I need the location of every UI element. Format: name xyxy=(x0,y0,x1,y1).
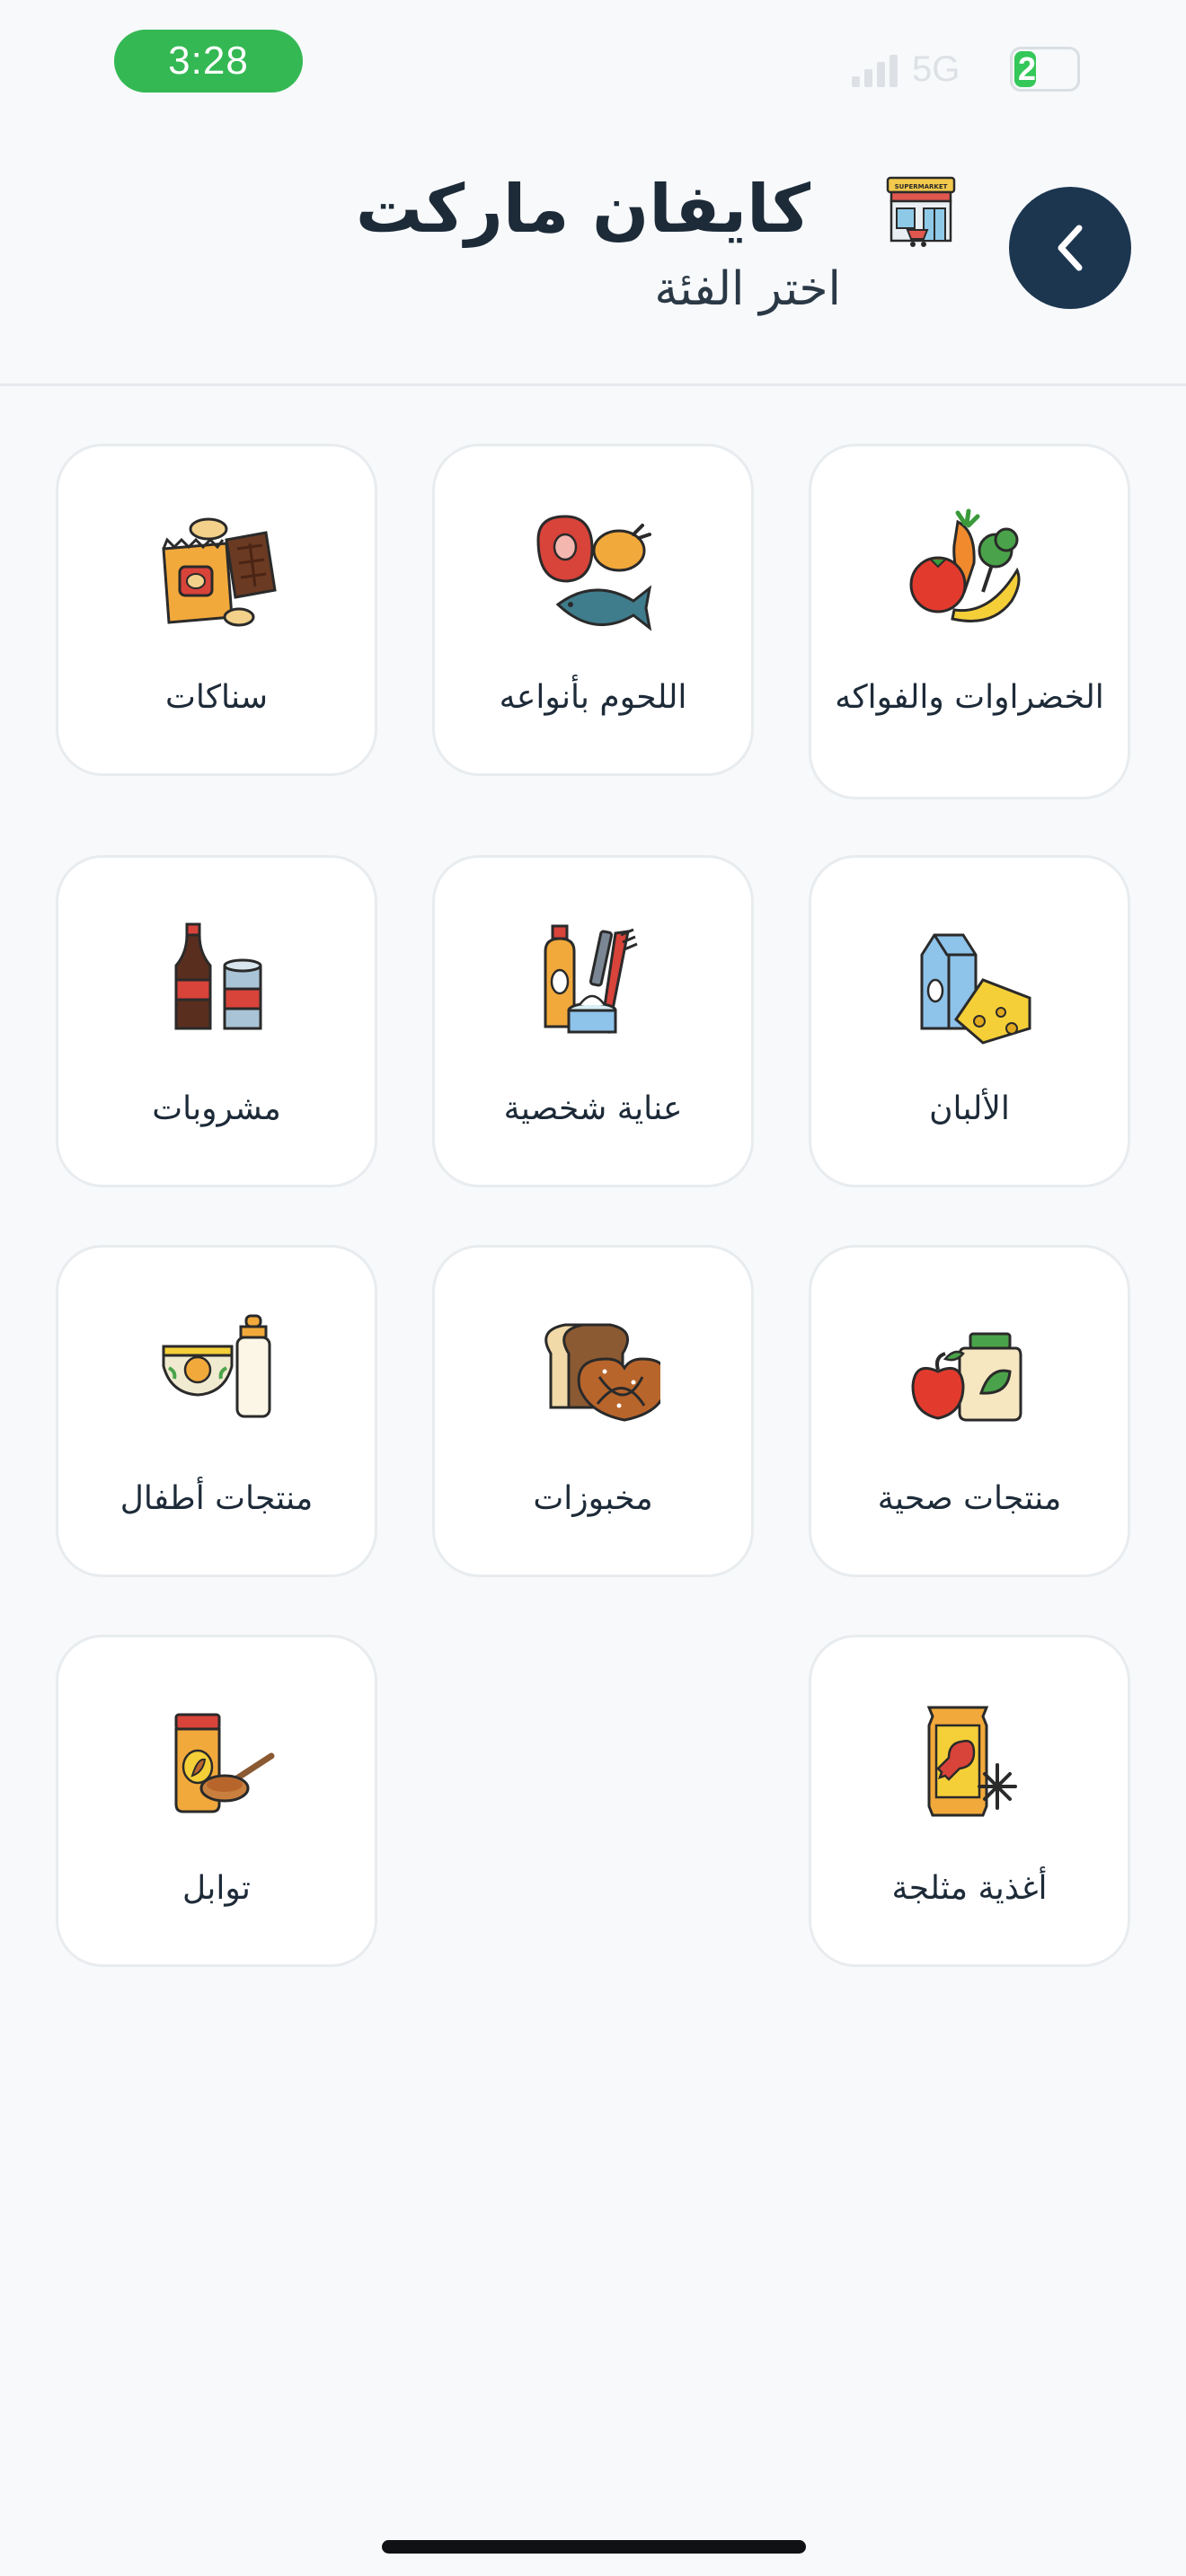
category-label: مشروبات xyxy=(152,1090,281,1127)
status-bar: 3:28 5G 24 xyxy=(0,0,1186,126)
bakery-icon xyxy=(524,1303,662,1442)
category-label: أغذية مثلجة xyxy=(891,1870,1048,1907)
spices-icon xyxy=(147,1693,286,1831)
meat-poultry-fish-icon xyxy=(524,502,662,640)
category-label: منتجات صحية xyxy=(877,1480,1062,1517)
store-sign-text: SUPERMARKET xyxy=(895,183,948,190)
category-label: الخضراوات والفواكه xyxy=(835,679,1104,716)
back-button[interactable] xyxy=(1009,187,1131,309)
category-card-personal-care[interactable]: عناية شخصية xyxy=(432,855,754,1187)
category-card-spices[interactable]: توابل xyxy=(56,1635,377,1967)
category-label: منتجات أطفال xyxy=(119,1480,314,1517)
category-label: توابل xyxy=(182,1870,251,1907)
category-card-drinks[interactable]: مشروبات xyxy=(56,855,377,1187)
category-label: الألبان xyxy=(929,1090,1010,1127)
category-card-snacks[interactable]: سناكات xyxy=(56,444,377,776)
app-header: SUPERMARKET كايفان ماركت اختر الفئة xyxy=(0,126,1186,386)
battery-icon: 24 xyxy=(1010,47,1080,92)
battery-level: 24 xyxy=(1014,51,1036,87)
chevron-left-icon xyxy=(1058,225,1083,271)
category-label: سناكات xyxy=(165,679,268,716)
frozen-food-icon xyxy=(900,1693,1039,1831)
home-indicator[interactable] xyxy=(382,2540,806,2554)
personal-care-icon xyxy=(524,913,662,1052)
baby-products-icon xyxy=(147,1303,286,1442)
category-label: عناية شخصية xyxy=(503,1090,683,1127)
healthy-products-icon xyxy=(900,1303,1039,1442)
category-card-baby[interactable]: منتجات أطفال xyxy=(56,1245,377,1577)
category-card-frozen[interactable]: أغذية مثلجة xyxy=(809,1635,1130,1967)
network-type: 5G xyxy=(912,49,960,89)
category-label: اللحوم بأنواعه xyxy=(499,679,687,716)
drinks-icon xyxy=(147,913,286,1052)
vegetables-fruits-icon xyxy=(900,502,1039,640)
category-card-dairy[interactable]: الألبان xyxy=(809,855,1130,1187)
category-card-vegetables-fruits[interactable]: الخضراوات والفواكه xyxy=(809,444,1130,799)
category-card-healthy[interactable]: منتجات صحية xyxy=(809,1245,1130,1577)
snacks-icon xyxy=(147,502,286,640)
signal-icon xyxy=(852,51,898,87)
status-indicators: 5G xyxy=(852,47,960,92)
status-time: 3:28 xyxy=(114,30,303,93)
category-label: مخبوزات xyxy=(533,1480,653,1517)
supermarket-store-icon: SUPERMARKET xyxy=(886,176,956,247)
category-card-bakery[interactable]: مخبوزات xyxy=(432,1245,754,1577)
dairy-icon xyxy=(900,913,1039,1052)
category-card-meat[interactable]: اللحوم بأنواعه xyxy=(432,444,754,776)
store-title: كايفان ماركت xyxy=(355,171,810,248)
page-subtitle: اختر الفئة xyxy=(654,262,841,316)
